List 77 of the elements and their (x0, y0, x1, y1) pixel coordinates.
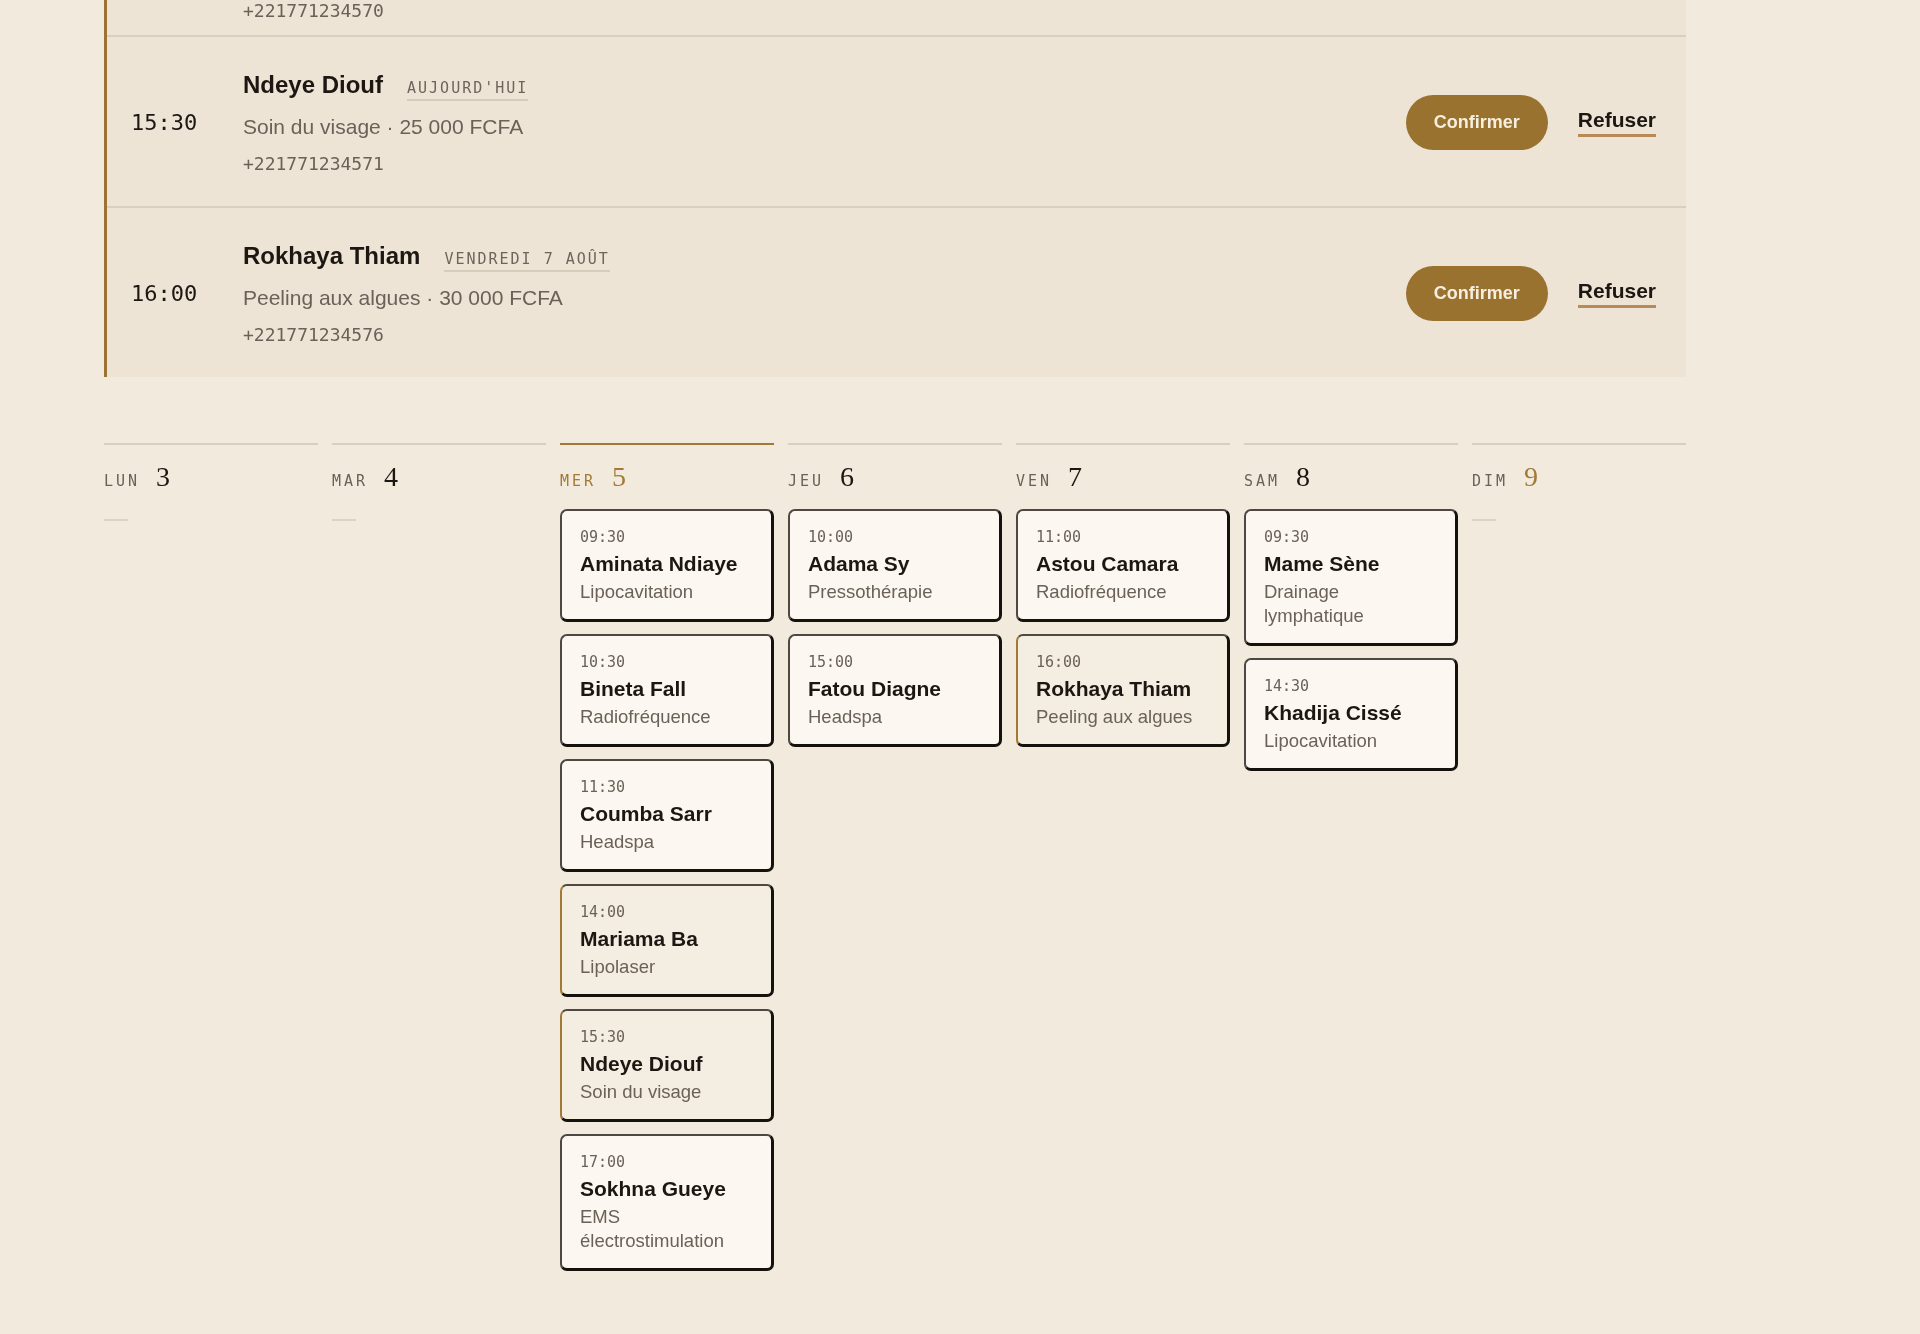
appointment-time: 11:30 (580, 778, 627, 797)
appointment-time: 15:00 (808, 653, 855, 672)
weekday-label: SAM (1244, 472, 1281, 490)
service-name: Headspa (580, 830, 656, 855)
phone-number: +221771234570 (243, 0, 385, 21)
appointment-card[interactable]: 15:30 Ndeye Diouf Soin du visage (560, 1009, 774, 1123)
confirm-button[interactable]: Confirmer (1405, 95, 1548, 150)
day-label: AUJOURD'HUI (407, 79, 529, 101)
appointment-card[interactable]: 16:00 Rokhaya Thiam Peeling aux algues (1016, 634, 1230, 748)
client-name: Ndeye Diouf (243, 71, 383, 99)
client-name: Khadija Cissé (1264, 701, 1403, 726)
day-number: 5 (612, 461, 627, 493)
service-price: Soin du visage · 25 000 FCFA (243, 115, 525, 139)
service-name: Drainage lymphatique (1264, 580, 1365, 629)
appointment-time: 17:00 (580, 1153, 627, 1172)
client-name: Rokhaya Thiam (243, 242, 421, 270)
appointment-card[interactable]: 09:30 Mame Sène Drainage lymphatique (1244, 509, 1458, 647)
appointment-card[interactable]: 17:00 Sokhna Gueye EMS électrostimulation (560, 1134, 774, 1272)
client-name: Aminata Ndiaye (580, 552, 739, 576)
service-name: Soin du visage (580, 1080, 703, 1105)
service-name: Radiofréquence (580, 705, 712, 730)
appointment-time: 09:30 (580, 528, 627, 546)
appointment-card[interactable]: 09:30 Aminata Ndiaye Lipocavitation (560, 509, 774, 623)
day-number: 4 (384, 461, 399, 493)
client-name: Fatou Diagne (808, 677, 942, 702)
appointment-card[interactable]: 14:30 Khadija Cissé Lipocavitation (1244, 658, 1458, 772)
appointment-card[interactable]: 11:00 Astou Camara Radiofréquence (1016, 509, 1230, 623)
service-name: EMS électrostimulation (580, 1205, 725, 1254)
service-name: Peeling aux algues (1036, 705, 1194, 730)
weekday-label: JEU (788, 472, 825, 490)
phone-number: +221771234571 (243, 153, 385, 174)
phone-number: +221771234576 (243, 324, 385, 345)
service-name: Radiofréquence (1036, 580, 1168, 604)
day-number: 9 (1524, 461, 1539, 493)
service-name: Lipocavitation (1264, 729, 1379, 754)
service-price: Peeling aux algues · 30 000 FCFA (243, 286, 564, 310)
service-name: Lipocavitation (580, 580, 695, 604)
appointment-time: 16:00 (130, 281, 199, 306)
service-name: Pressothérapie (808, 580, 934, 604)
weekday-label: VEN (1016, 472, 1053, 490)
appointment-time: 16:00 (1036, 653, 1083, 672)
weekday-label: MER (560, 472, 597, 490)
appointment-card[interactable]: 14:00 Mariama Ba Lipolaser (560, 884, 774, 998)
day-number: 8 (1296, 461, 1311, 493)
day-label: VENDREDI 7 AOÛT (444, 250, 610, 272)
appointment-time: 14:00 (580, 903, 627, 922)
service-name: Headspa (808, 705, 884, 730)
appointment-time: 09:30 (1264, 528, 1311, 546)
day-number: 7 (1068, 461, 1083, 493)
appointment-time: 10:30 (580, 653, 627, 672)
confirm-button[interactable]: Confirmer (1405, 266, 1548, 321)
appointment-time: 10:00 (808, 528, 855, 546)
client-name: Coumba Sarr (580, 802, 713, 827)
appointment-time: 15:30 (130, 110, 199, 135)
refuse-link[interactable]: Refuser (1577, 279, 1656, 308)
client-name: Sokhna Gueye (580, 1177, 727, 1202)
client-name: Mariama Ba (580, 927, 699, 952)
client-name: Mame Sène (1264, 552, 1381, 576)
weekday-label: MAR (332, 472, 369, 490)
weekday-label: LUN (104, 472, 141, 490)
appointment-card[interactable]: 15:00 Fatou Diagne Headspa (788, 634, 1002, 748)
service-name: Lipolaser (580, 955, 657, 980)
appointment-card[interactable]: 11:30 Coumba Sarr Headspa (560, 759, 774, 873)
client-name: Ndeye Diouf (580, 1052, 704, 1077)
appointment-time: 11:00 (1036, 528, 1083, 546)
appointment-card[interactable]: 10:30 Bineta Fall Radiofréquence (560, 634, 774, 748)
refuse-link[interactable]: Refuser (1577, 108, 1656, 137)
client-name: Rokhaya Thiam (1036, 677, 1193, 702)
weekday-label: DIM (1472, 472, 1509, 490)
client-name: Adama Sy (808, 552, 911, 576)
appointment-time: 14:30 (1264, 677, 1311, 696)
client-name: Astou Camara (1036, 552, 1180, 576)
day-number: 6 (840, 461, 855, 493)
day-number: 3 (156, 461, 171, 493)
client-name: Bineta Fall (580, 677, 688, 702)
appointment-card[interactable]: 10:00 Adama Sy Pressothérapie (788, 509, 1002, 623)
appointment-time: 15:30 (580, 1028, 627, 1047)
